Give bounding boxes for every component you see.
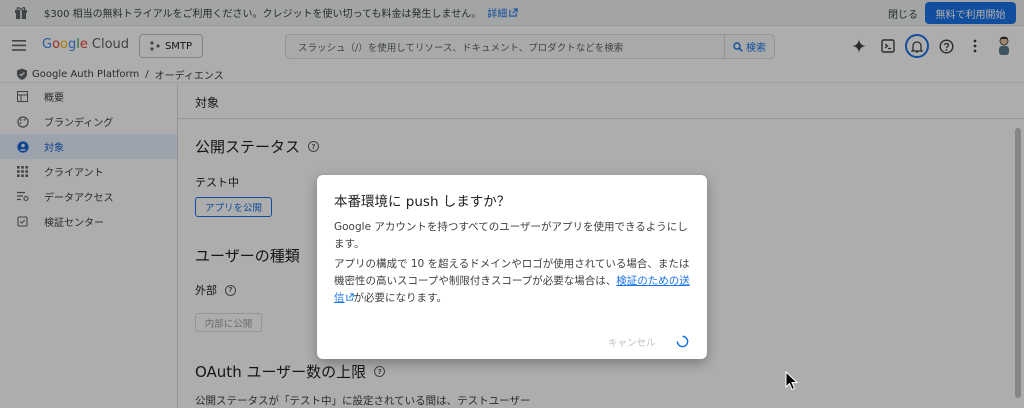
external-link-icon xyxy=(345,293,354,301)
push-to-production-dialog: 本番環境に push しますか？ Google アカウントを持つすべてのユーザー… xyxy=(317,175,707,359)
dialog-paragraph-2: アプリの構成で 10 を超えるドメインやロゴが使用されている場合、または機密性の… xyxy=(334,258,690,304)
dialog-paragraph-1: Google アカウントを持つすべてのユーザーがアプリを使用できるようにします。 xyxy=(334,221,688,250)
cancel-button[interactable]: キャンセル xyxy=(608,335,656,349)
dialog-title: 本番環境に push しますか？ xyxy=(334,194,511,210)
mouse-cursor-icon xyxy=(785,371,799,391)
loading-spinner-icon xyxy=(676,335,689,348)
